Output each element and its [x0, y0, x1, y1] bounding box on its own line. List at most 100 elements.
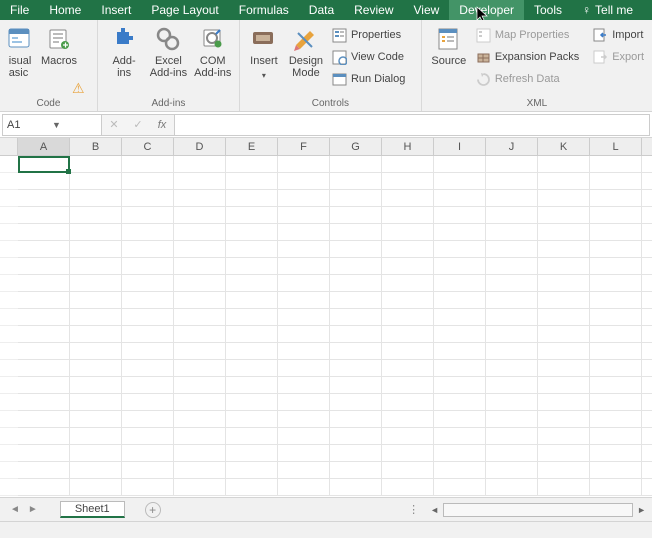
cell[interactable] [382, 241, 434, 258]
run-dialog-button[interactable]: Run Dialog [328, 68, 409, 90]
macros-button[interactable]: Macros [36, 22, 82, 67]
cell[interactable] [174, 411, 226, 428]
cell[interactable] [278, 479, 330, 496]
row-header[interactable] [0, 394, 18, 411]
tab-page-layout[interactable]: Page Layout [141, 0, 228, 20]
cell[interactable] [486, 411, 538, 428]
view-code-button[interactable]: View Code [328, 46, 409, 68]
tab-file[interactable]: File [0, 0, 39, 20]
cell[interactable] [486, 190, 538, 207]
row-header[interactable] [0, 377, 18, 394]
cell[interactable] [18, 411, 70, 428]
cell[interactable] [642, 411, 652, 428]
tab-insert[interactable]: Insert [91, 0, 141, 20]
cell[interactable] [278, 292, 330, 309]
cell[interactable] [642, 445, 652, 462]
cell[interactable] [538, 428, 590, 445]
row-header[interactable] [0, 428, 18, 445]
cell[interactable] [122, 411, 174, 428]
cell[interactable] [642, 360, 652, 377]
cell[interactable] [590, 309, 642, 326]
cell[interactable] [226, 241, 278, 258]
cell[interactable] [382, 394, 434, 411]
cell[interactable] [434, 224, 486, 241]
cell[interactable] [642, 156, 652, 173]
cell[interactable] [226, 479, 278, 496]
row-header[interactable] [0, 343, 18, 360]
cell[interactable] [538, 190, 590, 207]
column-headers[interactable]: ABCDEFGHIJKLM [18, 138, 652, 156]
tab-review[interactable]: Review [344, 0, 403, 20]
cell[interactable] [18, 462, 70, 479]
visual-basic-button[interactable]: isual asic [4, 22, 36, 79]
cell[interactable] [18, 360, 70, 377]
cell[interactable] [226, 258, 278, 275]
cell[interactable] [382, 377, 434, 394]
cell[interactable] [70, 428, 122, 445]
cell[interactable] [382, 156, 434, 173]
cell[interactable] [174, 360, 226, 377]
row-header[interactable] [0, 479, 18, 496]
cell[interactable] [70, 156, 122, 173]
cell[interactable] [226, 292, 278, 309]
cell[interactable] [642, 428, 652, 445]
cell[interactable] [18, 479, 70, 496]
cell[interactable] [382, 207, 434, 224]
source-button[interactable]: Source [426, 22, 472, 67]
cell[interactable] [590, 173, 642, 190]
cell[interactable] [122, 479, 174, 496]
cell[interactable] [122, 190, 174, 207]
cell[interactable] [382, 224, 434, 241]
cell[interactable] [590, 479, 642, 496]
cell[interactable] [278, 411, 330, 428]
cell[interactable] [70, 445, 122, 462]
cell[interactable] [382, 343, 434, 360]
cell[interactable] [226, 428, 278, 445]
cell[interactable] [642, 173, 652, 190]
cell[interactable] [538, 156, 590, 173]
cell[interactable] [538, 462, 590, 479]
cell[interactable] [226, 360, 278, 377]
scroll-grip-icon[interactable]: ⋮ [402, 503, 426, 516]
cell[interactable] [330, 479, 382, 496]
cell[interactable] [18, 309, 70, 326]
cell[interactable] [330, 462, 382, 479]
cell[interactable] [122, 343, 174, 360]
refresh-data-button[interactable]: Refresh Data [472, 68, 583, 90]
properties-button[interactable]: Properties [328, 24, 409, 46]
cell[interactable] [70, 462, 122, 479]
cell[interactable] [486, 343, 538, 360]
cell[interactable] [122, 258, 174, 275]
cell[interactable] [226, 394, 278, 411]
sheet-tab[interactable]: Sheet1 [60, 501, 125, 518]
cell[interactable] [70, 326, 122, 343]
cell[interactable] [226, 309, 278, 326]
cell[interactable] [642, 207, 652, 224]
cell[interactable] [434, 241, 486, 258]
column-header[interactable]: E [226, 138, 278, 156]
cell[interactable] [382, 360, 434, 377]
cell[interactable] [434, 258, 486, 275]
cell[interactable] [278, 156, 330, 173]
row-header[interactable] [0, 292, 18, 309]
cell[interactable] [70, 292, 122, 309]
cell[interactable] [486, 275, 538, 292]
cell[interactable] [70, 360, 122, 377]
cell[interactable] [538, 377, 590, 394]
row-header[interactable] [0, 156, 18, 173]
cell[interactable] [122, 156, 174, 173]
row-header[interactable] [0, 275, 18, 292]
cell[interactable] [330, 258, 382, 275]
cell[interactable] [122, 241, 174, 258]
cell[interactable] [382, 411, 434, 428]
cell[interactable] [18, 207, 70, 224]
cell[interactable] [590, 445, 642, 462]
scroll-right-icon[interactable]: ► [637, 505, 646, 515]
cell[interactable] [330, 190, 382, 207]
cell[interactable] [590, 156, 642, 173]
cell[interactable] [330, 360, 382, 377]
cell[interactable] [590, 394, 642, 411]
cell[interactable] [538, 241, 590, 258]
cell[interactable] [434, 207, 486, 224]
cell[interactable] [590, 224, 642, 241]
